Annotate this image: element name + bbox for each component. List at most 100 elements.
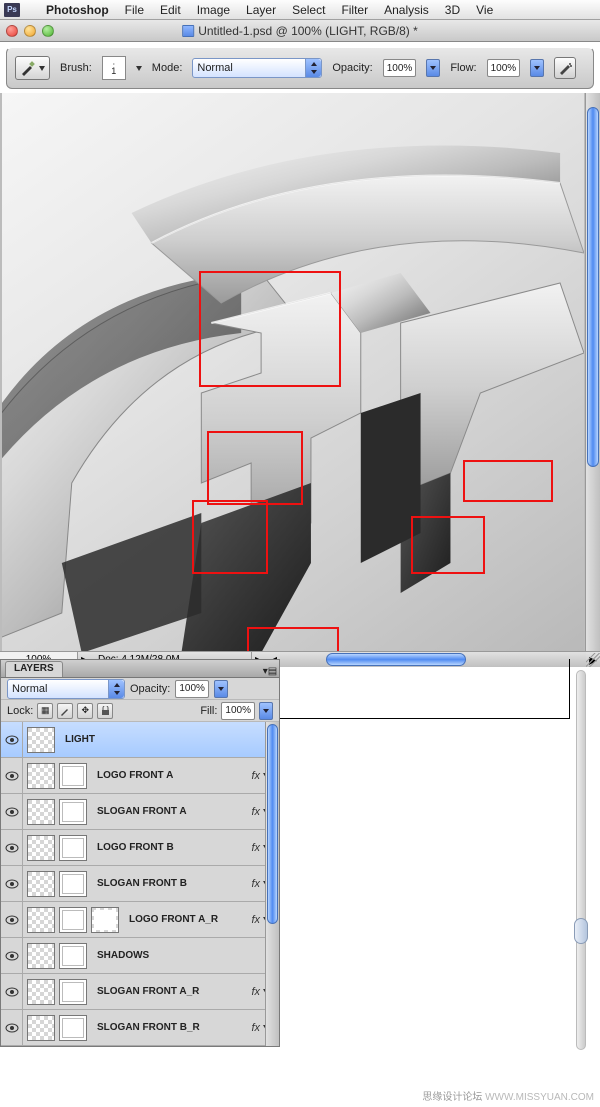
eye-icon: [5, 1023, 19, 1033]
watermark: 思缘设计论坛 WWW.MISSYUAN.COM: [422, 1088, 594, 1103]
scrollbar-thumb[interactable]: [267, 724, 278, 924]
visibility-toggle[interactable]: [1, 938, 23, 973]
scrollbar-thumb[interactable]: [587, 107, 599, 467]
layer-thumbnail[interactable]: [27, 979, 55, 1005]
layer-thumbnail[interactable]: [27, 907, 55, 933]
layer-row[interactable]: SLOGAN FRONT Afx: [1, 794, 279, 830]
layer-fill-input[interactable]: 100%: [221, 702, 255, 720]
layer-mask-thumbnail[interactable]: [59, 835, 87, 861]
layer-row[interactable]: LOGO FRONT Bfx: [1, 830, 279, 866]
document-type-icon: [182, 25, 194, 37]
tab-layers[interactable]: LAYERS: [5, 661, 63, 677]
layer-thumbnail[interactable]: [27, 943, 55, 969]
layer-mask-thumbnail[interactable]: [59, 907, 87, 933]
menu-filter[interactable]: Filter: [341, 3, 368, 17]
minimize-window-button[interactable]: [24, 25, 36, 37]
visibility-toggle[interactable]: [1, 1010, 23, 1045]
panel-tab-bar: LAYERS ▾▤: [1, 660, 279, 678]
layer-mask-thumbnail[interactable]: [59, 1015, 87, 1041]
brush-preset-picker[interactable]: • 1: [102, 56, 126, 80]
layer-name[interactable]: SLOGAN FRONT A: [97, 806, 187, 817]
menu-file[interactable]: File: [125, 3, 144, 17]
layer-row[interactable]: SLOGAN FRONT Bfx: [1, 866, 279, 902]
lock-transparency-button[interactable]: ▦: [37, 703, 53, 719]
app-name[interactable]: Photoshop: [46, 3, 109, 17]
highlight-rect: [463, 460, 553, 502]
lock-pixels-button[interactable]: [57, 703, 73, 719]
eye-icon: [5, 843, 19, 853]
layer-thumbnail[interactable]: [27, 871, 55, 897]
chevron-down-icon[interactable]: [136, 66, 142, 71]
menu-edit[interactable]: Edit: [160, 3, 181, 17]
layer-mask-thumbnail[interactable]: [59, 943, 87, 969]
vertical-scrollbar[interactable]: [585, 93, 600, 651]
blend-mode-select[interactable]: Normal: [192, 58, 322, 78]
mac-menubar: Ps Photoshop File Edit Image Layer Selec…: [0, 0, 600, 20]
visibility-toggle[interactable]: [1, 794, 23, 829]
layer-thumbnail[interactable]: [27, 799, 55, 825]
menu-layer[interactable]: Layer: [246, 3, 276, 17]
opacity-input[interactable]: 100%: [383, 59, 417, 77]
menu-image[interactable]: Image: [197, 3, 230, 17]
layer-thumbnail[interactable]: [27, 727, 55, 753]
lock-all-button[interactable]: [97, 703, 113, 719]
layer-name[interactable]: LOGO FRONT A: [97, 770, 173, 781]
layer-name[interactable]: SHADOWS: [97, 950, 149, 961]
visibility-toggle[interactable]: [1, 758, 23, 793]
layer-thumbnail[interactable]: [27, 1015, 55, 1041]
layer-fill-popup-button[interactable]: [259, 702, 273, 720]
layer-row[interactable]: SLOGAN FRONT B_Rfx: [1, 1010, 279, 1046]
flow-input[interactable]: 100%: [487, 59, 521, 77]
layers-panel: LAYERS ▾▤ Normal Opacity: 100% Lock: ▦ ✥…: [0, 659, 280, 1047]
visibility-toggle[interactable]: [1, 902, 23, 937]
layer-opacity-popup-button[interactable]: [214, 680, 228, 698]
layer-name[interactable]: SLOGAN FRONT B: [97, 878, 187, 889]
layer-mask-thumbnail[interactable]: [59, 979, 87, 1005]
menu-select[interactable]: Select: [292, 3, 325, 17]
highlight-rect: [207, 431, 303, 505]
scrollbar-thumb[interactable]: [574, 918, 588, 944]
current-tool-preset[interactable]: [15, 56, 50, 80]
menu-3d[interactable]: 3D: [445, 3, 460, 17]
menu-analysis[interactable]: Analysis: [384, 3, 429, 17]
layer-opacity-input[interactable]: 100%: [175, 680, 209, 698]
page-scrollbar[interactable]: [572, 670, 590, 1050]
layer-name[interactable]: SLOGAN FRONT B_R: [97, 1022, 200, 1033]
resize-grip-icon[interactable]: [586, 653, 600, 667]
panel-menu-button[interactable]: ▾▤: [261, 666, 279, 677]
flow-popup-button[interactable]: [530, 59, 544, 77]
visibility-toggle[interactable]: [1, 830, 23, 865]
layer-mask-thumbnail[interactable]: [59, 799, 87, 825]
layer-blend-mode-select[interactable]: Normal: [7, 679, 125, 699]
airbrush-toggle[interactable]: [554, 57, 576, 79]
visibility-toggle[interactable]: [1, 866, 23, 901]
layer-name[interactable]: LIGHT: [65, 734, 95, 745]
menu-view[interactable]: Vie: [476, 3, 493, 17]
layer-row[interactable]: SLOGAN FRONT A_Rfx: [1, 974, 279, 1010]
layer-opacity-value: 100%: [179, 683, 205, 694]
zoom-window-button[interactable]: [42, 25, 54, 37]
visibility-toggle[interactable]: [1, 722, 23, 757]
layer-name[interactable]: LOGO FRONT B: [97, 842, 174, 853]
layers-lock-row: Lock: ▦ ✥ Fill: 100%: [1, 700, 279, 722]
flow-value: 100%: [491, 63, 517, 74]
layers-vertical-scrollbar[interactable]: [265, 722, 279, 1046]
close-window-button[interactable]: [6, 25, 18, 37]
lock-position-button[interactable]: ✥: [77, 703, 93, 719]
eye-icon: [5, 771, 19, 781]
layer-thumbnail[interactable]: [27, 763, 55, 789]
layer-row[interactable]: LOGO FRONT Afx: [1, 758, 279, 794]
layer-name[interactable]: LOGO FRONT A_R: [129, 914, 218, 925]
layer-row[interactable]: LOGO FRONT A_Rfx: [1, 902, 279, 938]
layer-mask-thumbnail[interactable]: [59, 763, 87, 789]
layer-thumbnail[interactable]: [27, 835, 55, 861]
layer-row[interactable]: SHADOWS: [1, 938, 279, 974]
layer-name[interactable]: SLOGAN FRONT A_R: [97, 986, 199, 997]
layer-row[interactable]: LIGHT: [1, 722, 279, 758]
highlight-rect: [247, 627, 339, 651]
visibility-toggle[interactable]: [1, 974, 23, 1009]
document-canvas[interactable]: [2, 93, 584, 651]
opacity-popup-button[interactable]: [426, 59, 440, 77]
layer-mask-thumbnail[interactable]: [59, 871, 87, 897]
layer-extra-thumbnail[interactable]: [91, 907, 119, 933]
